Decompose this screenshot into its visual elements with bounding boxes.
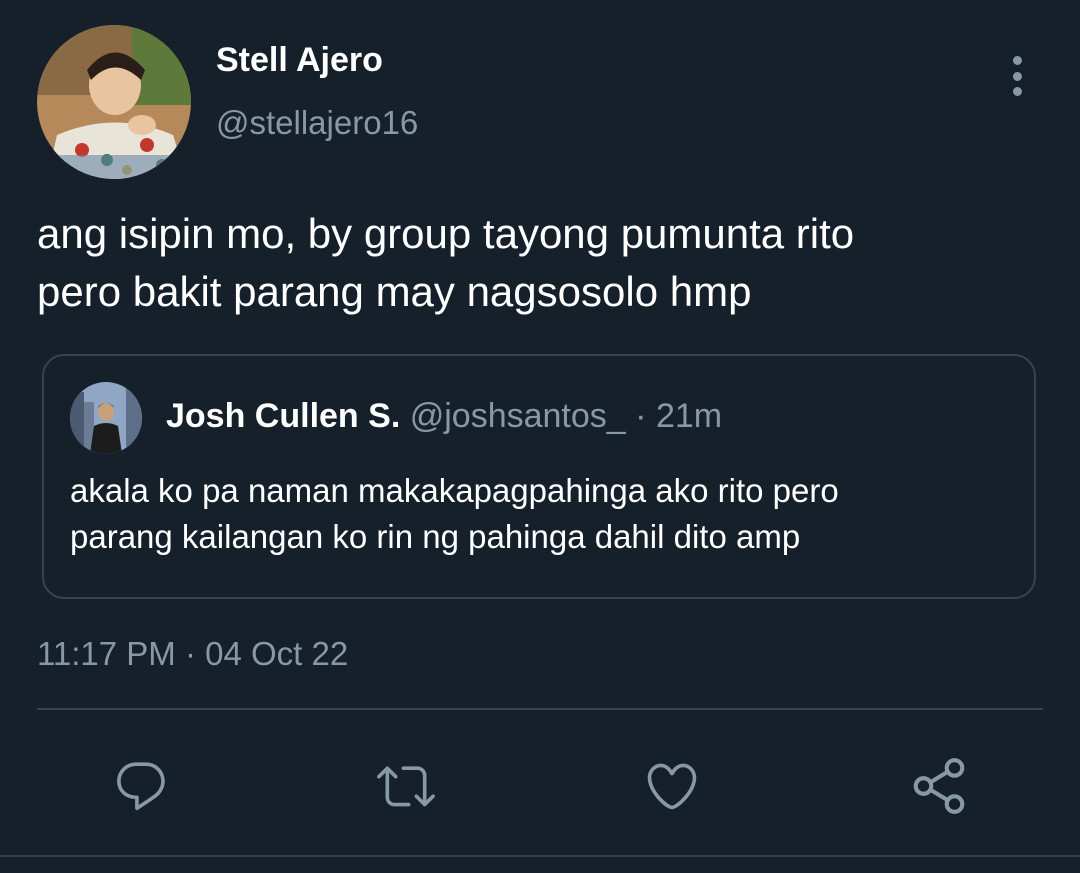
tweet-timestamp: 11:17 PM · 04 Oct 22 bbox=[37, 635, 349, 672]
quoted-text-line: akala ko pa naman makakapagpahinga ako r… bbox=[70, 472, 839, 509]
quoted-author-handle: @joshsantos_ bbox=[409, 397, 626, 435]
author-avatar[interactable] bbox=[37, 25, 191, 179]
quoted-text-line: parang kailangan ko rin ng pahinga dahil… bbox=[70, 518, 801, 555]
quoted-time: 21m bbox=[655, 397, 723, 435]
retweet-button[interactable] bbox=[370, 750, 442, 822]
author-handle[interactable]: @stellajero16 bbox=[216, 103, 418, 143]
more-options-button[interactable] bbox=[998, 52, 1036, 100]
author-name[interactable]: Stell Ajero bbox=[216, 40, 383, 80]
quoted-tweet-card[interactable]: Josh Cullen S. @joshsantos_ · 21m akala … bbox=[42, 354, 1036, 599]
like-icon bbox=[647, 763, 697, 810]
more-dot-icon bbox=[1012, 87, 1022, 96]
tweet-text: ang isipin mo, by group tayong pumunta r… bbox=[37, 205, 1047, 321]
quoted-author-avatar-image bbox=[70, 382, 142, 454]
reply-button[interactable] bbox=[105, 750, 177, 822]
more-dot-icon bbox=[1012, 71, 1022, 81]
share-icon bbox=[913, 758, 965, 814]
quoted-author-avatar bbox=[70, 382, 142, 454]
quoted-separator: · bbox=[635, 397, 647, 435]
action-bar bbox=[0, 740, 1080, 830]
tweet-text-line: pero bakit parang may nagsosolo hmp bbox=[37, 268, 752, 315]
retweet-icon bbox=[377, 766, 435, 807]
bottom-divider bbox=[0, 855, 1080, 857]
quoted-tweet-text: akala ko pa naman makakapagpahinga ako r… bbox=[70, 468, 1010, 560]
like-button[interactable] bbox=[636, 750, 708, 822]
reply-icon bbox=[117, 762, 165, 811]
more-dot-icon bbox=[1012, 56, 1022, 65]
author-avatar-image bbox=[37, 25, 191, 179]
quoted-tweet-header: Josh Cullen S. @joshsantos_ · 21m bbox=[166, 396, 722, 436]
tweet-text-line: ang isipin mo, by group tayong pumunta r… bbox=[37, 210, 855, 257]
share-button[interactable] bbox=[903, 750, 975, 822]
tweet-detail-page: Stell Ajero @stellajero16 ang isipin mo,… bbox=[0, 0, 1080, 873]
quoted-author-name: Josh Cullen S. bbox=[166, 397, 401, 435]
divider bbox=[37, 708, 1043, 710]
